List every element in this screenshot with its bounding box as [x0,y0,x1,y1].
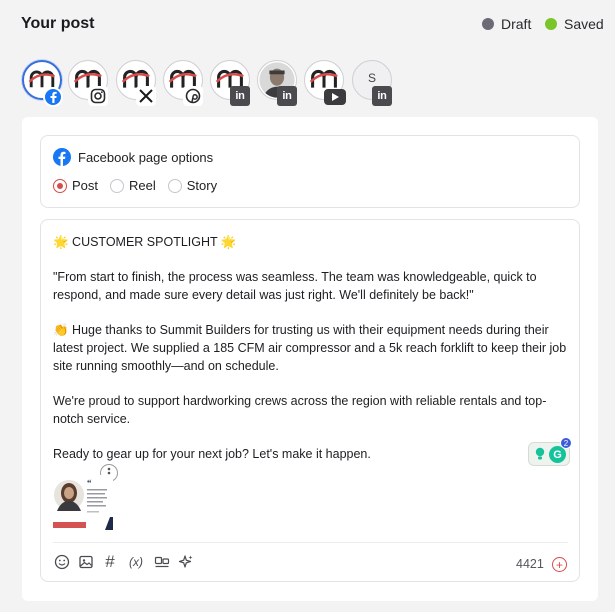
pinterest-icon [183,86,203,106]
youtube-icon [324,89,346,105]
facebook-options-header: Facebook page options [53,148,213,166]
x-icon [136,86,156,106]
radio-post-label: Post [72,178,99,193]
draft-dot [482,18,494,30]
toolbar-divider [53,542,568,543]
linkedin-icon: in [372,86,392,106]
radio-story-label: Story [186,178,218,193]
grammarly-widget[interactable]: G 2 [528,437,572,466]
emoji-icon[interactable] [53,553,71,571]
variable-icon[interactable]: (x) [125,553,147,571]
facebook-icon [43,87,63,107]
account-linkedin[interactable]: in [210,60,250,106]
radio-reel-label: Reel [129,178,156,193]
post-header: Your post Draft Saved [0,0,615,50]
radio-reel[interactable]: Reel [110,178,156,193]
media-thumbnail[interactable]: “ [53,475,113,530]
facebook-icon [53,148,71,166]
account-selector: in in S in [20,58,420,108]
legend-saved: Saved [545,16,604,32]
account-x[interactable] [116,60,156,106]
account-facebook[interactable] [22,60,63,107]
post-paragraph: "From start to finish, the process was s… [53,270,537,302]
facebook-options-title: Facebook page options [78,149,214,165]
image-icon[interactable] [77,553,95,571]
media-library-icon[interactable] [153,553,171,571]
post-paragraph: We're proud to support hardworking crews… [53,394,547,426]
facebook-page-options: Facebook page options Post Reel Story [40,135,580,208]
post-text-area[interactable]: 🌟 CUSTOMER SPOTLIGHT 🌟 "From start to fi… [53,233,568,463]
radio-story[interactable]: Story [167,178,218,193]
instagram-icon [88,86,108,106]
post-paragraph: Ready to gear up for your next job? Let'… [53,447,371,461]
radio-reel-circle[interactable] [110,178,125,193]
account-linkedin-person[interactable]: in [257,60,297,106]
linkedin-icon: in [230,86,250,106]
radio-story-circle[interactable] [167,178,182,193]
linkedin-icon: in [277,86,297,106]
ai-sparkle-icon[interactable] [177,553,195,571]
saved-label: Saved [564,16,604,32]
account-pinterest[interactable] [163,60,203,106]
account-youtube[interactable] [304,60,346,105]
grammarly-count-badge: 2 [560,437,572,449]
account-instagram[interactable] [68,60,108,106]
draft-label: Draft [501,16,532,32]
add-post-button[interactable]: + [552,557,567,572]
account-linkedin-s[interactable]: S in [352,60,392,106]
attached-image: “ [53,475,113,530]
hashtag-icon[interactable]: # [101,552,119,571]
post-type-radios: Post Reel Story [53,178,229,193]
post-editor[interactable]: 🌟 CUSTOMER SPOTLIGHT 🌟 "From start to fi… [40,219,580,582]
radio-post-circle[interactable] [53,178,67,193]
post-paragraph: 🌟 CUSTOMER SPOTLIGHT 🌟 [53,235,237,249]
radio-post[interactable]: Post [53,178,98,193]
page-title: Your post [21,15,95,32]
avatar-initial: S [367,71,376,85]
post-paragraph: 👏 Huge thanks to Summit Builders for tru… [53,323,567,373]
editor-toolbar: # (x) [53,552,201,571]
legend-draft: Draft [482,16,531,32]
svg-text:“: “ [87,478,92,488]
character-count: 4421 [516,557,544,571]
saved-dot [545,18,557,30]
lightbulb-icon [535,447,545,460]
